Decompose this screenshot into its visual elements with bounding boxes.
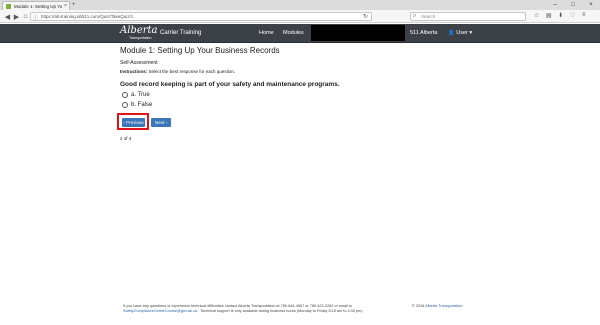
nav-home-link[interactable]: Home — [259, 30, 274, 36]
navigation-buttons: ‹ Previous Next › — [117, 113, 480, 130]
redacted-region — [311, 25, 405, 41]
instructions: Instructions: Select the best response f… — [120, 69, 480, 74]
favicon-icon — [6, 3, 11, 9]
footer-text-before: If you have any questions or experience … — [123, 304, 353, 308]
answer-label-true[interactable]: a. True — [131, 92, 150, 98]
footer-contact-text: If you have any questions or experience … — [123, 304, 388, 314]
browser-tab[interactable]: Module 1: Setting Up Your... × — [2, 1, 70, 10]
search-placeholder: Search — [421, 14, 436, 19]
chevron-right-icon: › — [164, 120, 168, 125]
download-icon[interactable]: ⬇ — [558, 12, 563, 19]
url-text: https://ab-training.ab511.com/Quiz/TakeQ… — [41, 14, 134, 19]
search-icon: ⌕ — [413, 13, 417, 19]
forward-arrow-icon[interactable]: ▶ — [12, 12, 21, 21]
reload-icon[interactable]: ↻ — [363, 13, 368, 20]
menu-icon[interactable]: ≡ — [582, 12, 586, 18]
nav-511-alberta-link[interactable]: 511 Alberta — [410, 30, 437, 36]
lock-icon: ⓘ — [33, 15, 39, 21]
browser-toolbar: ◀ ▶ ⌂ ⓘ https://ab-training.ab511.com/Qu… — [0, 10, 600, 23]
back-arrow-icon[interactable]: ◀ — [3, 12, 12, 21]
tab-close-button[interactable]: × — [64, 3, 67, 9]
logo-wordmark: Alberta — [120, 25, 158, 36]
star-icon[interactable]: ☆ — [534, 12, 539, 19]
footer-text-after: . Technical support is only available du… — [197, 309, 363, 314]
previous-button[interactable]: ‹ Previous — [122, 118, 145, 127]
tab-title: Module 1: Setting Up Your... — [14, 3, 62, 9]
user-menu[interactable]: 👤 User ▾ — [448, 30, 472, 36]
user-icon: 👤 — [448, 30, 455, 36]
library-icon[interactable]: ▤ — [546, 12, 552, 19]
alberta-transportation-link[interactable]: Alberta Transportation — [425, 304, 462, 308]
browser-tab-strip: Module 1: Setting Up Your... × + – □ × — [0, 0, 600, 10]
question-pager: 2 of 4 — [120, 136, 132, 141]
maximize-button[interactable]: □ — [564, 0, 582, 10]
answer-label-false[interactable]: b. False — [131, 102, 152, 108]
home-icon[interactable]: ⌂ — [21, 12, 30, 21]
address-bar[interactable]: ⓘ https://ab-training.ab511.com/Quiz/Tak… — [30, 12, 372, 21]
site-title[interactable]: Carrier Training — [160, 30, 201, 36]
quiz-content: Module 1: Setting Up Your Business Recor… — [117, 46, 480, 141]
instructions-label: Instructions: — [120, 69, 148, 74]
next-button[interactable]: Next › — [151, 118, 171, 127]
footer-copyright: © 2016 Alberta Transportation — [412, 304, 463, 308]
new-tab-button[interactable]: + — [72, 2, 76, 9]
instructions-text: Select the best response for each questi… — [147, 69, 236, 74]
site-header: Alberta Transportation Carrier Training … — [0, 24, 600, 43]
pocket-icon[interactable]: ♡ — [570, 12, 575, 19]
previous-button-label: Previous — [126, 120, 144, 125]
answer-option-true[interactable]: a. True — [120, 92, 480, 98]
next-button-label: Next — [154, 120, 165, 125]
copyright-text: © 2016 — [412, 304, 426, 308]
logo-subtitle: Transportation — [129, 36, 152, 40]
minimize-button[interactable]: – — [546, 0, 564, 10]
close-window-button[interactable]: × — [582, 0, 600, 10]
caret-down-icon: ▾ — [467, 30, 473, 36]
question-text: Good record keeping is part of your safe… — [120, 81, 340, 88]
radio-true[interactable] — [122, 92, 128, 98]
page-title: Module 1: Setting Up Your Business Recor… — [120, 46, 280, 55]
nav-modules-link[interactable]: Modules — [283, 30, 304, 36]
search-input[interactable]: ⌕ Search — [410, 12, 526, 21]
answer-option-false[interactable]: b. False — [120, 102, 480, 108]
user-menu-label: User — [456, 30, 468, 36]
radio-false[interactable] — [122, 102, 128, 108]
support-email-link[interactable]: SafetyComplianceOnlineCourse@gov.ab.ca — [123, 309, 197, 313]
page-subtitle: Self-Assessment — [120, 60, 158, 66]
